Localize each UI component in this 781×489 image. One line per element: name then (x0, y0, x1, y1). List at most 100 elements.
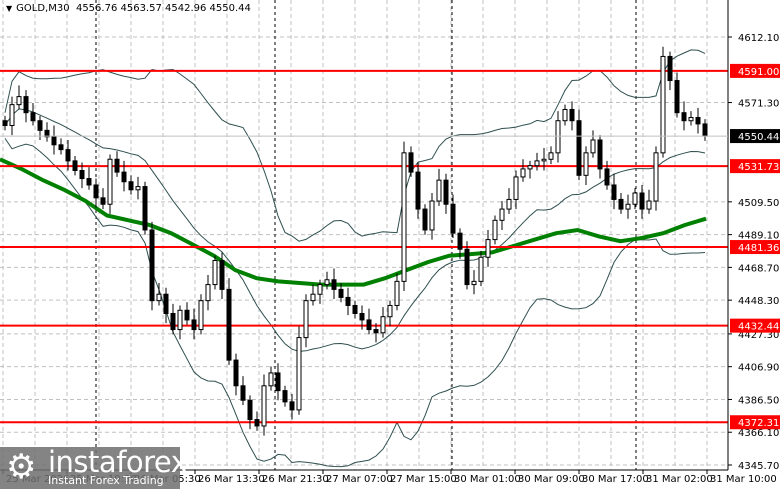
bullish-candle (513, 176, 519, 200)
bearish-candle (93, 184, 99, 199)
bearish-candle (373, 329, 379, 334)
bullish-candle (135, 186, 141, 191)
time-tick-label: 26 Mar 13:30 (198, 474, 265, 485)
price-tick-label: 4612.10 (738, 33, 779, 44)
bullish-candle (590, 139, 596, 154)
bearish-candle (128, 181, 134, 191)
bullish-candle (268, 372, 274, 387)
price-tick-label: 4489.10 (738, 231, 779, 242)
bearish-candle (345, 296, 351, 306)
bullish-candle (653, 152, 659, 202)
bearish-candle (331, 279, 337, 290)
price-tick-label: 4366.10 (738, 428, 779, 439)
chart-window: 4612.10 4571.30 4509.50 4489.10 4468.70 4448.… (0, 0, 781, 489)
bullish-candle (492, 219, 498, 241)
bearish-candle (415, 171, 421, 210)
bearish-candle (408, 152, 414, 173)
bearish-candle (170, 312, 176, 331)
bearish-candle (2, 120, 8, 127)
bullish-candle (303, 300, 309, 339)
bullish-candle (534, 160, 540, 167)
bearish-candle (247, 399, 253, 421)
bearish-candle (254, 419, 260, 427)
bullish-candle (296, 337, 302, 411)
time-tick-label: 31 Mar 02:00 (646, 474, 713, 485)
bearish-candle (597, 139, 603, 170)
chart-header: ▼ GOLD,M30 4556.76 4563.57 4542.96 4550.4… (6, 3, 251, 14)
time-tick-label: 30 Mar 09:00 (518, 474, 585, 485)
bearish-candle (443, 179, 449, 205)
time-tick-label: 27 Mar 15:00 (390, 474, 457, 485)
bullish-candle (177, 309, 183, 331)
bearish-candle (23, 96, 29, 114)
bullish-candle (527, 165, 533, 170)
level-price-label: 4481.36 (738, 243, 779, 254)
bearish-candle (30, 112, 36, 122)
gear-icon: ⚙ (6, 447, 37, 487)
bullish-candle (317, 284, 323, 295)
bullish-candle (688, 116, 694, 122)
bearish-candle (457, 232, 463, 250)
bullish-candle (310, 293, 316, 302)
bearish-candle (681, 112, 687, 122)
bearish-candle (79, 170, 85, 180)
bearish-candle (226, 288, 232, 361)
bearish-candle (422, 208, 428, 231)
price-tick-label: 4571.30 (738, 99, 779, 110)
bearish-candle (674, 80, 680, 114)
bearish-candle (576, 120, 582, 176)
bullish-candle (212, 259, 218, 286)
level-price-label: 4432.44 (738, 322, 779, 333)
bearish-candle (667, 55, 673, 82)
bearish-candle (702, 123, 708, 137)
bearish-candle (282, 390, 288, 403)
bearish-candle (114, 158, 120, 173)
bullish-candle (198, 300, 204, 331)
bearish-candle (569, 108, 575, 122)
price-tick-label: 4448.30 (738, 296, 779, 307)
bearish-candle (149, 229, 155, 302)
bullish-candle (156, 293, 162, 302)
level-price-label: 4372.31 (738, 418, 779, 429)
bullish-candle (387, 304, 393, 318)
current-price-label: 4550.44 (738, 132, 779, 143)
ohlc-readout: 4556.76 4563.57 4542.96 4550.44 (75, 3, 251, 14)
bullish-candle (261, 385, 267, 427)
time-tick-label: 31 Mar 10:00 (710, 474, 777, 485)
bullish-candle (541, 158, 547, 162)
bearish-candle (275, 372, 281, 392)
bullish-candle (506, 198, 512, 210)
price-tick-label: 4406.90 (738, 363, 779, 374)
bearish-candle (450, 203, 456, 234)
time-tick-label: 26 Mar 21:30 (262, 474, 329, 485)
level-price-label: 4531.73 (738, 162, 779, 173)
bullish-candle (478, 256, 484, 282)
symbol-label: GOLD,M30 (16, 3, 70, 14)
bullish-candle (485, 239, 491, 258)
level-price-label: 4591.00 (738, 67, 779, 78)
bearish-candle (240, 385, 246, 401)
price-chart[interactable]: 4612.10 4571.30 4509.50 4489.10 4468.70 4448.… (0, 0, 781, 489)
bearish-candle (289, 401, 295, 411)
bullish-candle (562, 108, 568, 122)
bearish-candle (639, 192, 645, 210)
bullish-candle (646, 200, 652, 210)
bearish-candle (338, 288, 344, 298)
price-tick-label: 4386.50 (738, 395, 779, 406)
time-tick-label: 30 Mar 01:00 (454, 474, 521, 485)
bearish-candle (191, 319, 197, 331)
time-tick-label: 27 Mar 07:00 (326, 474, 393, 485)
bullish-candle (9, 104, 15, 127)
bullish-candle (625, 203, 631, 210)
bearish-candle (352, 304, 358, 314)
bearish-candle (163, 293, 169, 314)
bullish-candle (555, 120, 561, 154)
bearish-candle (604, 168, 610, 186)
bearish-candle (611, 184, 617, 200)
bullish-candle (632, 192, 638, 205)
bullish-candle (380, 316, 386, 334)
collapse-triangle-icon[interactable]: ▼ (6, 4, 12, 13)
instaforex-logo: ⚙ instaforex Instant Forex Trading (0, 445, 188, 489)
bullish-candle (471, 280, 477, 286)
bearish-candle (142, 186, 148, 231)
